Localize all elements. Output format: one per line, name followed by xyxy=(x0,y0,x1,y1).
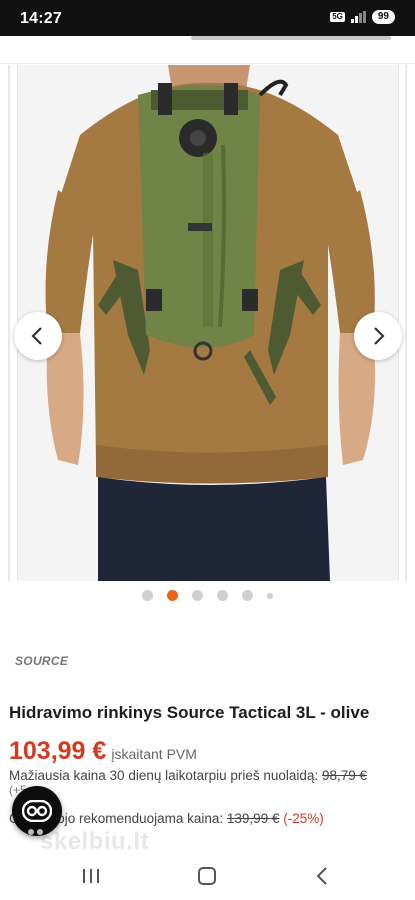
header-strip xyxy=(0,36,415,64)
vat-note: įskaitant PVM xyxy=(111,746,197,762)
chevron-left-icon xyxy=(31,327,42,345)
price-row: 103,99 € įskaitant PVM xyxy=(9,737,197,766)
recent-apps-icon xyxy=(83,869,99,883)
system-nav-bar xyxy=(0,852,415,900)
chevron-right-icon xyxy=(374,327,385,345)
status-bar: 14:27 5G 99 xyxy=(0,0,415,36)
brand-logo[interactable]: SOURCE xyxy=(15,654,68,668)
status-icons: 5G 99 xyxy=(330,10,395,24)
gallery-prev-button[interactable] xyxy=(14,312,62,360)
gallery-dot[interactable] xyxy=(242,590,253,601)
gallery-next-button[interactable] xyxy=(354,312,402,360)
chat-indicator xyxy=(28,829,43,835)
product-gallery[interactable] xyxy=(0,65,415,583)
product-photo xyxy=(18,65,398,581)
discount-badge: (-25%) xyxy=(283,811,324,826)
scroll-indicator xyxy=(191,36,391,40)
home-button[interactable] xyxy=(192,862,222,890)
chat-icon xyxy=(22,800,52,822)
lowest-price-label: Mažiausia kaina 30 dienų laikotarpiu pri… xyxy=(9,768,319,783)
lowest-price-value: 98,79 € xyxy=(321,768,368,783)
recommended-label: ojo rekomenduojama kaina: xyxy=(57,811,224,826)
gallery-next-edge xyxy=(405,65,407,581)
gallery-dot[interactable] xyxy=(142,590,153,601)
battery-icon: 99 xyxy=(371,10,395,24)
back-button[interactable] xyxy=(308,862,338,890)
gallery-prev-edge xyxy=(8,65,10,581)
network-icon: 5G xyxy=(330,12,345,22)
status-time: 14:27 xyxy=(20,10,62,27)
gallery-dot[interactable] xyxy=(267,592,273,599)
product-price: 103,99 € xyxy=(9,737,107,765)
gallery-dot[interactable] xyxy=(167,590,178,601)
product-title: Hidravimo rinkinys Source Tactical 3L - … xyxy=(9,703,370,722)
lowest-price-line: Mažiausia kaina 30 dienų laikotarpiu pri… xyxy=(9,768,367,783)
gallery-dot[interactable] xyxy=(192,590,203,601)
signal-icon xyxy=(350,11,366,23)
recommended-price: 139,99 € xyxy=(226,811,280,826)
gallery-dot[interactable] xyxy=(217,590,228,601)
back-icon xyxy=(316,867,327,885)
gallery-frame xyxy=(17,65,399,581)
recent-apps-button[interactable] xyxy=(76,862,106,890)
home-icon xyxy=(198,867,216,885)
gallery-pagination[interactable] xyxy=(0,590,415,601)
